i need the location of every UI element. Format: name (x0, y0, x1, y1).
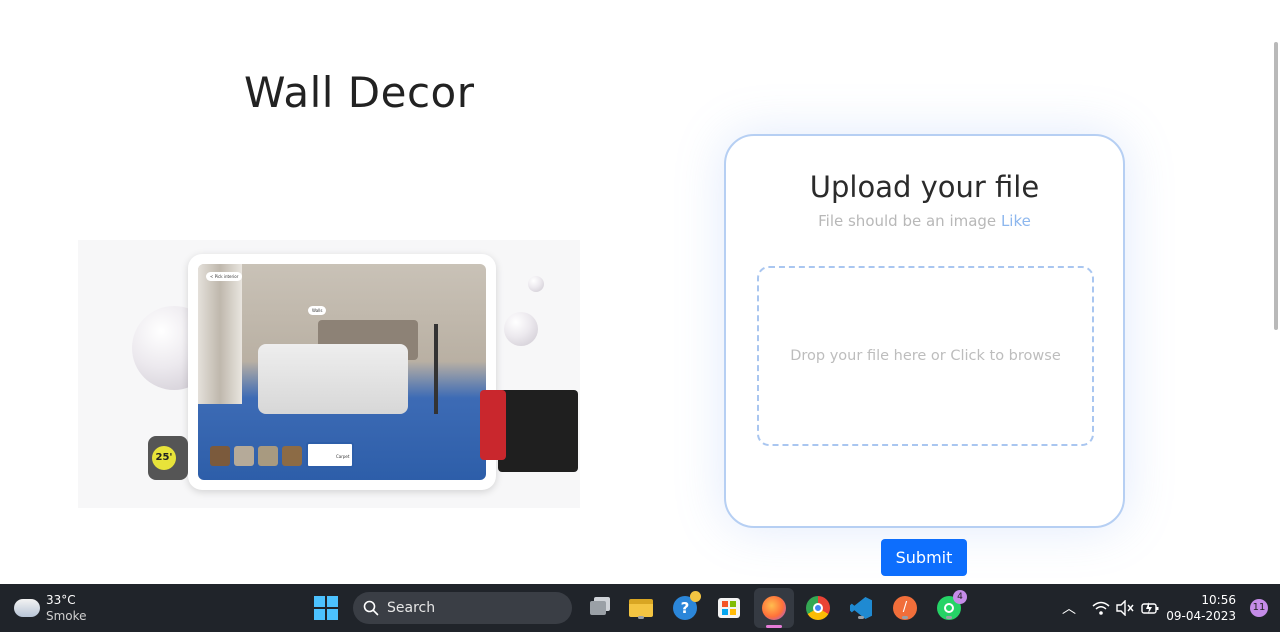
submit-button[interactable]: Submit (881, 539, 967, 576)
active-app-indicator (766, 625, 782, 628)
carpet-chip: Carpet (336, 454, 350, 459)
weather-icon (14, 593, 40, 617)
web-page: Wall Decor < Pick interior Walls Carpet (0, 0, 1280, 584)
chevron-up-icon[interactable]: ︿ (1062, 598, 1076, 618)
decor-sphere-tiny (528, 276, 544, 292)
weather-temp: 33°C (46, 593, 76, 607)
floor-lamp (434, 324, 438, 414)
bed (258, 344, 408, 414)
file-explorer-icon[interactable] (627, 594, 655, 622)
room-preview: < Pick interior Walls Carpet (198, 264, 486, 480)
help-icon[interactable]: ? (671, 591, 701, 622)
curtain (198, 264, 242, 404)
windows-taskbar: 33°C Smoke Search ? / 4 ︿ 10:56 09-04-20… (0, 584, 1280, 632)
whatsapp-badge: 4 (953, 590, 967, 604)
search-placeholder: Search (387, 600, 436, 616)
task-view-icon[interactable] (584, 594, 612, 622)
whatsapp-icon[interactable]: 4 (935, 590, 967, 622)
dropzone-text: Drop your file here or Click to browse (790, 348, 1061, 364)
swatch-stone (234, 446, 254, 466)
walls-chip: Walls (308, 306, 327, 315)
volume-muted-icon[interactable] (1116, 600, 1134, 616)
clock-date: 09-04-2023 (1166, 609, 1236, 623)
battery-charging-icon[interactable] (1140, 600, 1160, 616)
chrome-icon[interactable] (804, 594, 832, 622)
swatch-oak (282, 446, 302, 466)
swatch-sand (258, 446, 278, 466)
upload-subtitle: File should be an image Like (726, 212, 1123, 230)
wifi-icon[interactable] (1092, 600, 1110, 616)
start-icon[interactable] (312, 594, 340, 622)
tape-measure-label: 25' (152, 446, 176, 470)
file-dropzone[interactable]: Drop your file here or Click to browse (757, 266, 1094, 446)
clock-time: 10:56 (1201, 593, 1236, 607)
upload-subtitle-text: File should be an image (818, 212, 997, 230)
tablet-mockup: < Pick interior Walls Carpet (188, 254, 496, 490)
vscode-icon[interactable] (847, 594, 875, 622)
brave-icon[interactable]: / (891, 594, 919, 622)
upload-card: Upload your file File should be an image… (724, 134, 1125, 528)
search-icon (363, 600, 379, 616)
page-title: Wall Decor (244, 68, 475, 117)
microsoft-store-icon[interactable] (715, 594, 743, 622)
swatch-wood (210, 446, 230, 466)
upload-subtitle-link[interactable]: Like (1001, 212, 1031, 230)
back-chip: < Pick interior (206, 272, 243, 281)
vertical-scrollbar[interactable] (1274, 42, 1278, 330)
upload-title: Upload your file (809, 170, 1040, 204)
system-clock[interactable]: 10:56 09-04-2023 (1166, 592, 1236, 624)
power-drill (480, 390, 506, 460)
hero-illustration: < Pick interior Walls Carpet 25' (78, 240, 580, 508)
weather-condition: Smoke (46, 609, 87, 623)
notification-badge[interactable]: 11 (1250, 599, 1268, 617)
toolbox (498, 390, 578, 472)
decor-sphere-small (504, 312, 538, 346)
taskbar-search[interactable]: Search (353, 592, 572, 624)
weather-widget[interactable]: 33°C Smoke (14, 592, 87, 624)
firefox-icon[interactable] (760, 594, 788, 622)
